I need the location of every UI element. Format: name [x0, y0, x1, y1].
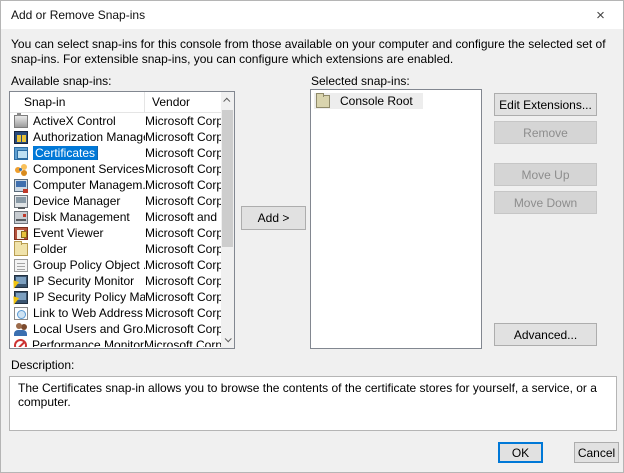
- snapin-name: Group Policy Object ...: [33, 258, 145, 272]
- snapin-name: Certificates: [33, 146, 97, 160]
- snapin-vendor: Microsoft and ...: [145, 210, 221, 224]
- snapin-vendor: Microsoft Corp...: [145, 114, 221, 128]
- ok-button[interactable]: OK: [498, 442, 543, 463]
- scroll-down-button[interactable]: [221, 331, 234, 348]
- snapin-row[interactable]: Link to Web Address Microsoft Corp...: [11, 305, 221, 321]
- group-policy-icon: [14, 259, 28, 272]
- snapin-name: Event Viewer: [33, 226, 103, 240]
- snapin-name: Authorization Manager: [33, 130, 145, 144]
- ip-security-policy-icon: [14, 291, 28, 304]
- console-root-item[interactable]: Console Root: [314, 93, 423, 109]
- dialog-title: Add or Remove Snap-ins: [11, 1, 145, 29]
- snapin-name: Folder: [33, 242, 67, 256]
- snapin-row-selected[interactable]: Certificates Microsoft Corp...: [11, 145, 221, 161]
- snapin-row[interactable]: Authorization Manager Microsoft Corp...: [11, 129, 221, 145]
- selected-snapin-list: Console Root: [311, 90, 481, 111]
- chevron-down-icon: [225, 335, 232, 342]
- snapin-row[interactable]: Disk Management Microsoft and ...: [11, 209, 221, 225]
- console-root-label: Console Root: [340, 94, 413, 108]
- snapin-name: Component Services: [33, 162, 144, 176]
- snapin-vendor: Microsoft Corp...: [145, 130, 221, 144]
- performance-monitor-icon: [14, 339, 27, 348]
- column-header-snapin[interactable]: Snap-in: [10, 95, 144, 109]
- remove-button[interactable]: Remove: [494, 121, 597, 144]
- folder-icon: [14, 243, 28, 256]
- snapin-vendor: Microsoft Corp...: [145, 146, 221, 160]
- close-button[interactable]: ×: [578, 1, 623, 29]
- titlebar: Add or Remove Snap-ins ×: [1, 1, 623, 29]
- close-icon: ×: [596, 7, 605, 24]
- scrollbar-thumb[interactable]: [222, 110, 233, 247]
- snapin-row[interactable]: Performance Monitor Microsoft Corp...: [11, 337, 221, 347]
- snapin-row[interactable]: Computer Managem... Microsoft Corp...: [11, 177, 221, 193]
- edit-extensions-button[interactable]: Edit Extensions...: [494, 93, 597, 116]
- snapin-vendor: Microsoft Corp...: [145, 290, 221, 304]
- snapin-row[interactable]: Folder Microsoft Corp...: [11, 241, 221, 257]
- snapin-name: Performance Monitor: [32, 338, 144, 347]
- snapin-row[interactable]: Device Manager Microsoft Corp...: [11, 193, 221, 209]
- snapin-vendor: Microsoft Corp...: [145, 178, 221, 192]
- chevron-up-icon: [223, 98, 230, 105]
- snapin-row[interactable]: Component Services Microsoft Corp...: [11, 161, 221, 177]
- add-button[interactable]: Add >: [241, 206, 306, 230]
- cancel-button[interactable]: Cancel: [574, 442, 619, 463]
- listview-header: Snap-in Vendor: [10, 92, 221, 113]
- add-remove-snapins-dialog: Add or Remove Snap-ins × You can select …: [0, 0, 624, 473]
- certificates-icon: [14, 147, 28, 160]
- snapin-vendor: Microsoft Corp...: [145, 162, 221, 176]
- local-users-groups-icon: [14, 323, 28, 336]
- selected-snapins-label: Selected snap-ins:: [311, 74, 410, 88]
- link-to-web-address-icon: [14, 307, 28, 320]
- column-header-vendor[interactable]: Vendor: [144, 92, 221, 112]
- snapin-vendor: Microsoft Corp...: [145, 242, 221, 256]
- selected-snapins-listbox[interactable]: Console Root: [310, 89, 482, 349]
- available-snapins-label: Available snap-ins:: [11, 74, 112, 88]
- intro-text: You can select snap-ins for this console…: [11, 37, 616, 67]
- description-box: The Certificates snap-in allows you to b…: [9, 376, 617, 431]
- snapin-name: Link to Web Address: [33, 306, 143, 320]
- snapin-row[interactable]: Group Policy Object ... Microsoft Corp..…: [11, 257, 221, 273]
- snapin-vendor: Microsoft Corp...: [145, 274, 221, 288]
- console-root-folder-icon: [316, 95, 330, 108]
- component-services-icon: [14, 163, 28, 176]
- move-up-button[interactable]: Move Up: [494, 163, 597, 186]
- description-text: The Certificates snap-in allows you to b…: [18, 381, 597, 409]
- computer-management-icon: [14, 179, 28, 192]
- snapin-name: Device Manager: [33, 194, 120, 208]
- ip-security-monitor-icon: [14, 275, 28, 288]
- snapin-name: Local Users and Gro...: [33, 322, 145, 336]
- snapin-vendor: Microsoft Corp...: [145, 226, 221, 240]
- scroll-up-button[interactable]: [221, 92, 234, 109]
- advanced-button[interactable]: Advanced...: [494, 323, 597, 346]
- available-snapins-listbox: Snap-in Vendor ActiveX Control Microsoft…: [9, 91, 235, 349]
- event-viewer-icon: [14, 227, 28, 240]
- snapin-row[interactable]: Local Users and Gro... Microsoft Corp...: [11, 321, 221, 337]
- snapin-row[interactable]: IP Security Monitor Microsoft Corp...: [11, 273, 221, 289]
- snapin-name: IP Security Monitor: [33, 274, 134, 288]
- snapin-vendor: Microsoft Corp...: [144, 338, 221, 347]
- snapin-row[interactable]: Event Viewer Microsoft Corp...: [11, 225, 221, 241]
- available-snapin-list: ActiveX Control Microsoft Corp... Author…: [11, 113, 221, 347]
- description-label: Description:: [11, 358, 74, 372]
- snapin-vendor: Microsoft Corp...: [145, 194, 221, 208]
- snapin-name: Computer Managem...: [33, 178, 145, 192]
- snapin-vendor: Microsoft Corp...: [145, 322, 221, 336]
- device-manager-icon: [14, 195, 28, 208]
- snapin-vendor: Microsoft Corp...: [145, 258, 221, 272]
- disk-management-icon: [14, 211, 28, 224]
- move-down-button[interactable]: Move Down: [494, 191, 597, 214]
- scrollbar-vertical[interactable]: [221, 92, 234, 348]
- activex-control-icon: [14, 115, 28, 128]
- snapin-row[interactable]: IP Security Policy Ma... Microsoft Corp.…: [11, 289, 221, 305]
- snapin-name: IP Security Policy Ma...: [33, 290, 145, 304]
- authorization-manager-icon: [14, 131, 28, 144]
- snapin-name: Disk Management: [33, 210, 130, 224]
- snapin-row[interactable]: ActiveX Control Microsoft Corp...: [11, 113, 221, 129]
- snapin-name: ActiveX Control: [33, 114, 116, 128]
- snapin-vendor: Microsoft Corp...: [145, 306, 221, 320]
